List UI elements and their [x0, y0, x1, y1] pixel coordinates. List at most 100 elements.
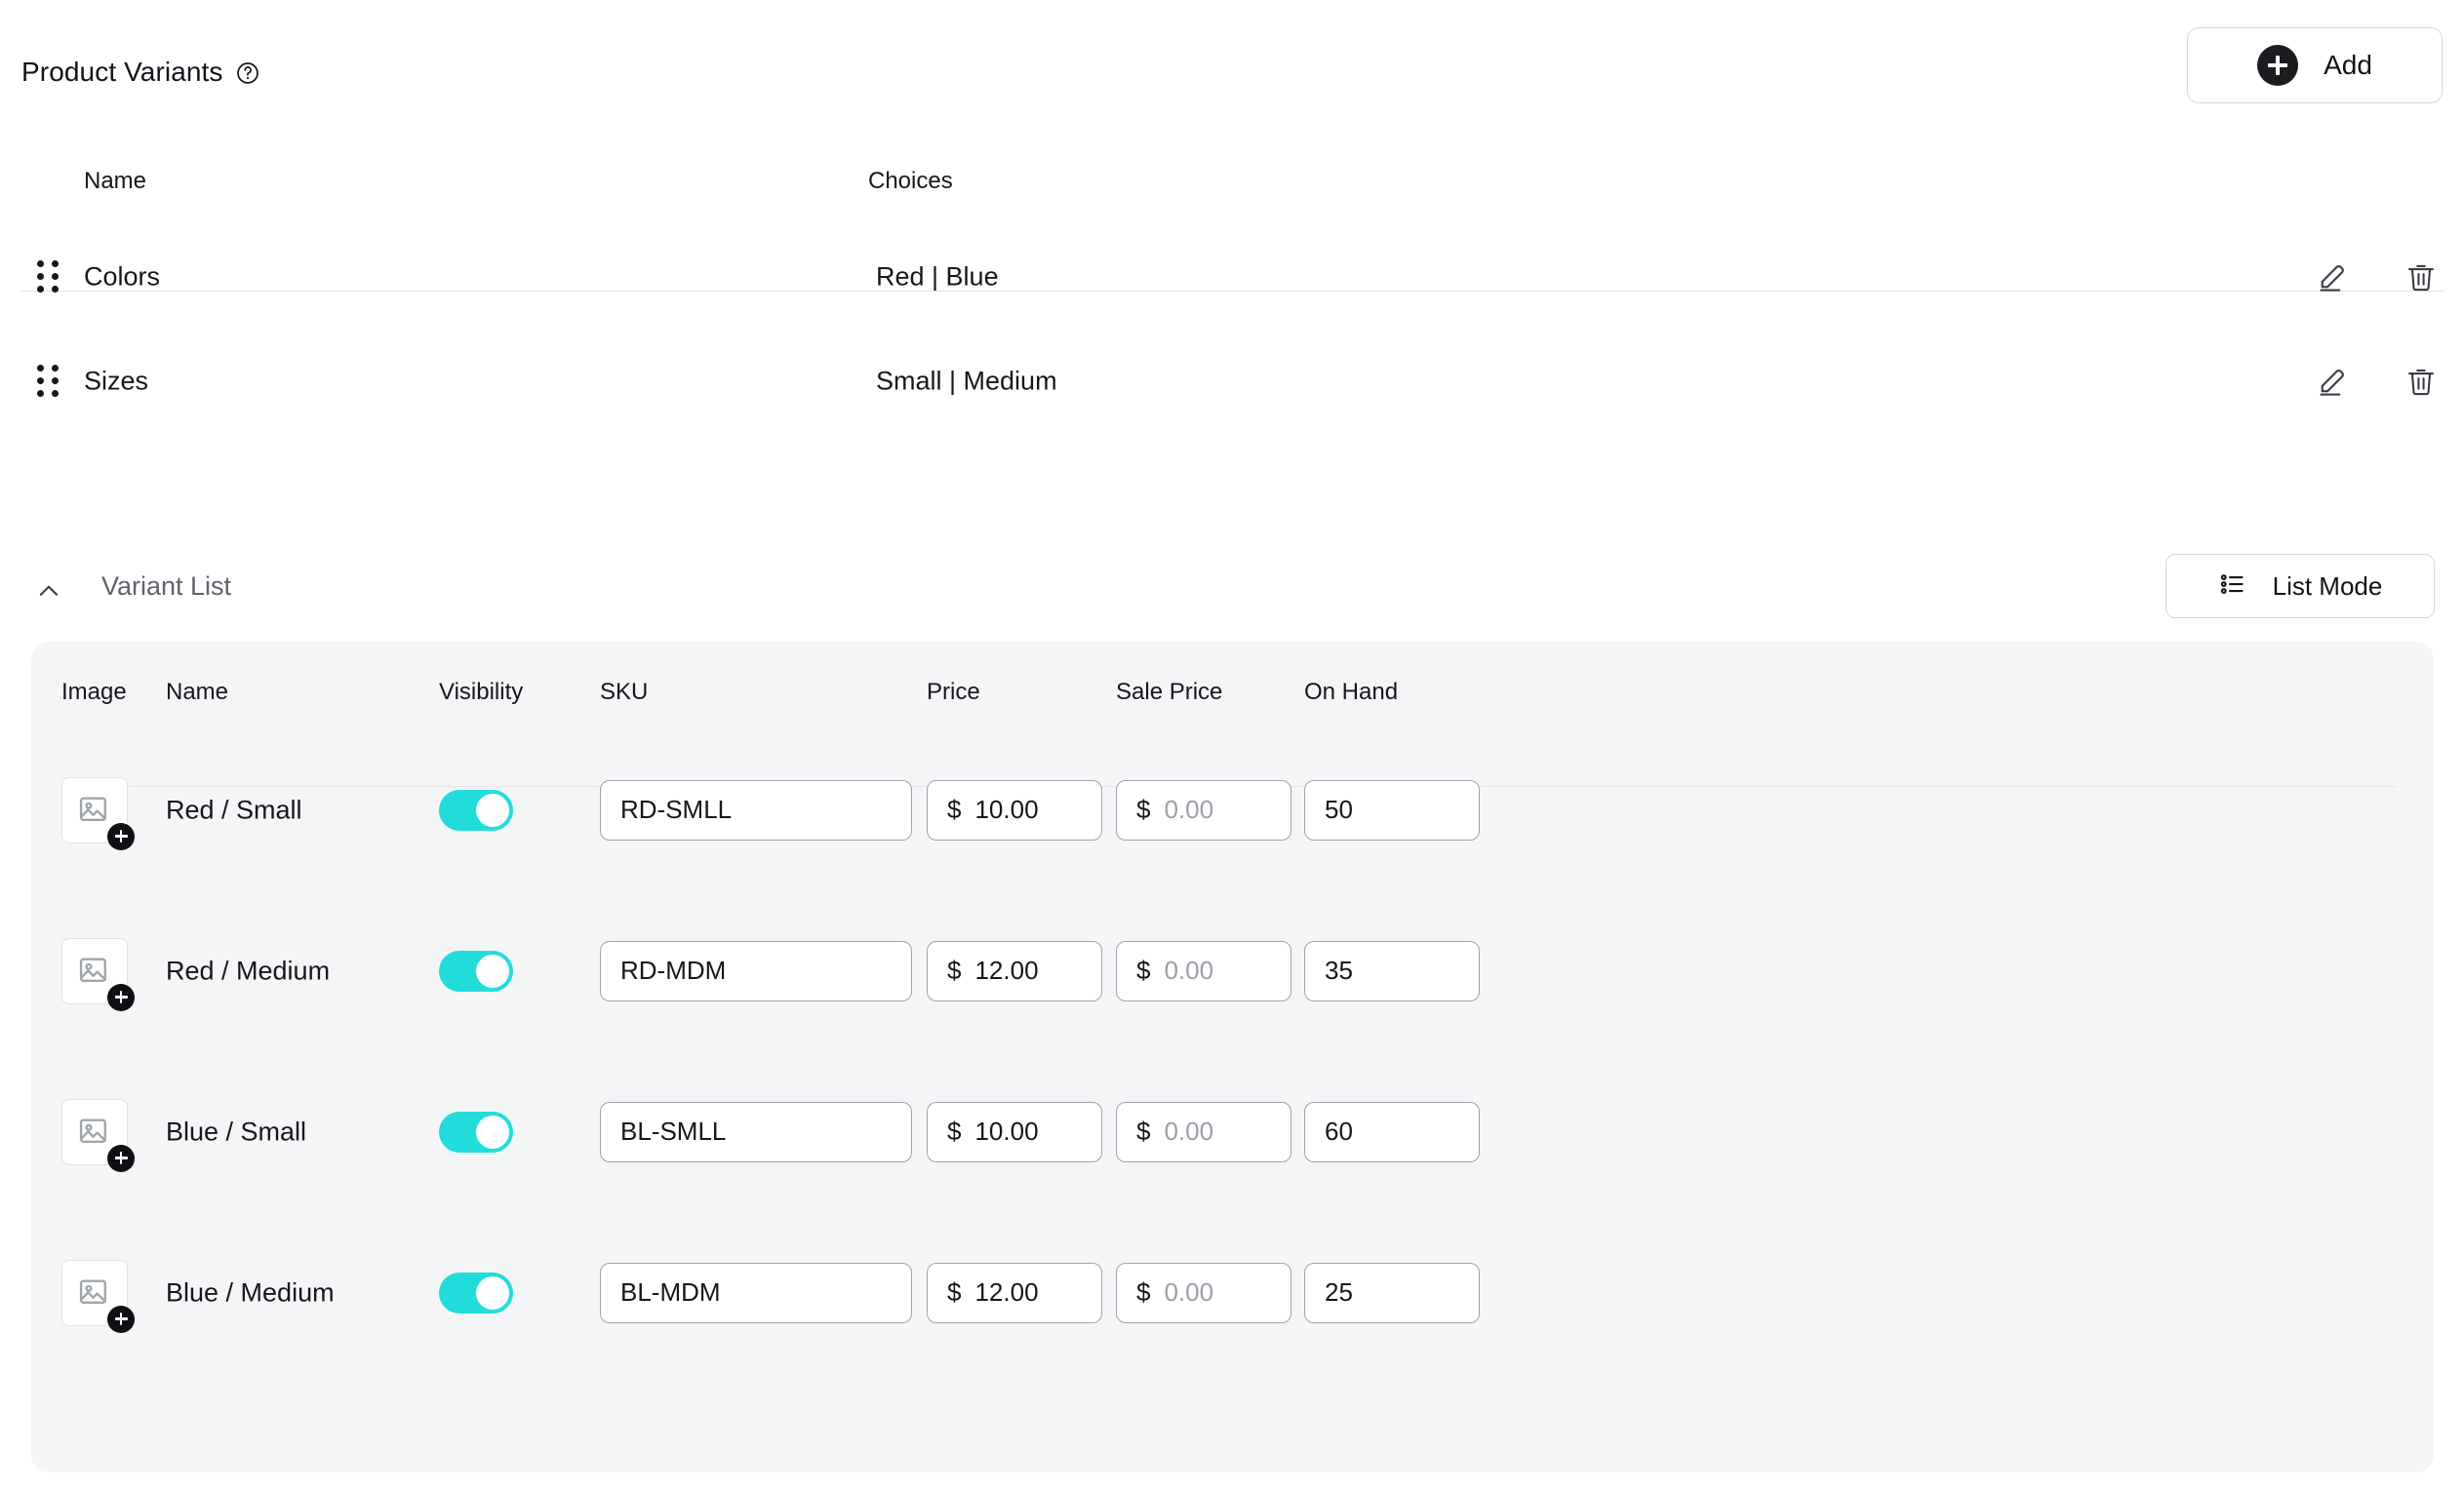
visibility-toggle[interactable] [439, 950, 513, 992]
toggle-knob [476, 793, 509, 827]
toggle-knob [476, 954, 509, 988]
variant-image-upload[interactable] [61, 1098, 135, 1172]
on-hand-value: 50 [1325, 795, 1353, 824]
row-actions [2312, 360, 2443, 403]
price-input[interactable]: $ 10.00 [927, 779, 1102, 841]
variant-list-header: Variant List List Mode [0, 554, 2464, 642]
column-header-name: Name [84, 168, 147, 194]
currency-symbol: $ [947, 1117, 962, 1146]
option-choices: Small | Medium [876, 366, 1057, 395]
variant-name: Red / Medium [166, 956, 331, 985]
visibility-toggle[interactable] [439, 789, 513, 831]
variant-image-upload[interactable] [61, 937, 135, 1011]
on-hand-input[interactable]: 35 [1304, 940, 1480, 1001]
options-table-header: Name Choices [0, 137, 2464, 224]
price-input[interactable]: $ 10.00 [927, 1101, 1102, 1162]
list-mode-label: List Mode [2272, 570, 2383, 601]
pencil-icon[interactable] [2312, 255, 2355, 298]
list-mode-button[interactable]: List Mode [2166, 554, 2435, 618]
sku-input[interactable]: RD-SMLL [600, 779, 912, 841]
sku-input[interactable]: RD-MDM [600, 940, 912, 1001]
variant-name: Blue / Medium [166, 1277, 335, 1307]
table-row: Red / Medium RD-MDM $ 12.00 $ 0.00 35 [31, 890, 2434, 1051]
column-header-visibility: Visibility [439, 679, 524, 705]
variant-table-header: Image Name Visibility SKU Price Sale Pri… [31, 642, 2434, 729]
table-row: Red / Small RD-SMLL $ 10.00 $ 0.00 50 [31, 729, 2434, 890]
variant-name: Red / Small [166, 795, 302, 824]
currency-symbol: $ [1136, 795, 1151, 824]
variant-image-upload[interactable] [61, 776, 135, 850]
add-variant-option-button[interactable]: Add [2187, 27, 2443, 103]
page-title: Product Variants [21, 57, 223, 87]
trash-icon[interactable] [2400, 255, 2443, 298]
price-input[interactable]: $ 12.00 [927, 1262, 1102, 1323]
on-hand-input[interactable]: 25 [1304, 1262, 1480, 1323]
currency-symbol: $ [947, 795, 962, 824]
variant-list-panel: Image Name Visibility SKU Price Sale Pri… [31, 642, 2434, 1472]
table-row: Blue / Medium BL-MDM $ 12.00 $ 0.00 25 [31, 1212, 2434, 1373]
currency-symbol: $ [1136, 956, 1151, 985]
trash-icon[interactable] [2400, 360, 2443, 403]
column-header-price: Price [927, 679, 980, 705]
add-image-badge-icon [107, 983, 135, 1011]
currency-symbol: $ [1136, 1117, 1151, 1146]
column-header-image: Image [61, 679, 127, 705]
drag-handle-icon[interactable] [37, 364, 59, 398]
page-title-group: Product Variants [21, 57, 260, 88]
visibility-toggle[interactable] [439, 1111, 513, 1153]
list-bullet-icon [2218, 569, 2247, 604]
currency-symbol: $ [947, 956, 962, 985]
sku-value: RD-MDM [620, 956, 727, 985]
column-header-name: Name [166, 679, 229, 705]
price-value: 10.00 [974, 795, 1039, 824]
sale-price-value: 0.00 [1164, 1277, 1214, 1307]
sku-value: BL-SMLL [620, 1117, 727, 1146]
question-circle-icon[interactable] [235, 60, 260, 86]
drag-handle-icon[interactable] [37, 259, 59, 294]
on-hand-value: 35 [1325, 956, 1353, 985]
column-header-choices: Choices [868, 168, 953, 194]
add-image-badge-icon [107, 822, 135, 850]
sale-price-input[interactable]: $ 0.00 [1116, 1262, 1292, 1323]
add-image-badge-icon [107, 1144, 135, 1172]
sku-input[interactable]: BL-MDM [600, 1262, 912, 1323]
option-name: Sizes [84, 366, 149, 395]
sale-price-value: 0.00 [1164, 956, 1214, 985]
price-input[interactable]: $ 12.00 [927, 940, 1102, 1001]
add-image-badge-icon [107, 1305, 135, 1333]
row-actions [2312, 255, 2443, 298]
sku-input[interactable]: BL-SMLL [600, 1101, 912, 1162]
sku-value: BL-MDM [620, 1277, 721, 1307]
sale-price-input[interactable]: $ 0.00 [1116, 1101, 1292, 1162]
currency-symbol: $ [947, 1277, 962, 1307]
variant-list-label: Variant List [101, 571, 232, 601]
sale-price-value: 0.00 [1164, 1117, 1214, 1146]
sale-price-value: 0.00 [1164, 795, 1214, 824]
table-row: Blue / Small BL-SMLL $ 10.00 $ 0.00 60 [31, 1051, 2434, 1212]
visibility-toggle[interactable] [439, 1272, 513, 1314]
on-hand-value: 60 [1325, 1117, 1353, 1146]
price-value: 12.00 [974, 1277, 1039, 1307]
variant-image-upload[interactable] [61, 1259, 135, 1333]
sale-price-input[interactable]: $ 0.00 [1116, 779, 1292, 841]
toggle-knob [476, 1115, 509, 1149]
column-header-sale-price: Sale Price [1116, 679, 1223, 705]
column-header-sku: SKU [600, 679, 649, 705]
column-header-on-hand: On Hand [1304, 679, 1399, 705]
on-hand-input[interactable]: 60 [1304, 1101, 1480, 1162]
pencil-icon[interactable] [2312, 360, 2355, 403]
table-row: Colors Red | Blue [0, 224, 2464, 329]
page-header: Product Variants Add [0, 0, 2464, 137]
option-name: Colors [84, 261, 161, 291]
on-hand-input[interactable]: 50 [1304, 779, 1480, 841]
sale-price-input[interactable]: $ 0.00 [1116, 940, 1292, 1001]
price-value: 10.00 [974, 1117, 1039, 1146]
plus-circle-icon [2257, 45, 2299, 86]
table-row: Sizes Small | Medium [0, 329, 2464, 433]
chevron-up-icon[interactable] [27, 569, 70, 612]
variant-options-table: Name Choices Colors Red | Blue Sizes Sma… [0, 137, 2464, 433]
variant-name: Blue / Small [166, 1117, 307, 1146]
add-button-label: Add [2324, 50, 2372, 80]
product-variants-page: Product Variants Add Name Choices Colors… [0, 0, 2464, 1490]
toggle-knob [476, 1275, 509, 1310]
